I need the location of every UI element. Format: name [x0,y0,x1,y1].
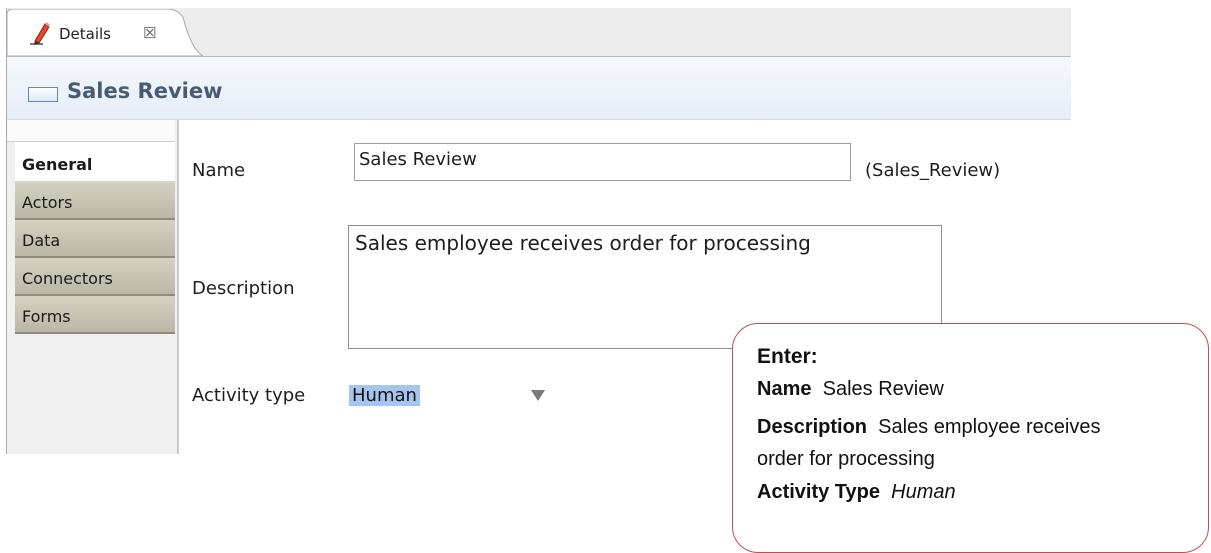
callout-name-line: Name Sales Review [757,378,944,401]
sidebar-top-strip [7,120,175,142]
callout-description-value: Sales employee receives [878,416,1101,438]
pencil-icon [30,22,50,45]
callout-activity-type-line: Activity Type Human [757,481,956,504]
activity-type-label: Activity type [192,385,306,406]
sidebar-item-data[interactable]: Data [15,220,175,258]
description-label: Description [192,278,295,299]
page-title: Sales Review [67,79,223,103]
callout-title: Enter: [757,345,818,368]
tab-label: Details [59,25,112,43]
sidebar: General Actors Data Connectors Forms [7,120,179,454]
activity-type-value: Human [349,385,420,406]
name-label: Name [192,160,246,181]
activity-type-select[interactable]: Human [343,382,553,412]
page-header: Sales Review [7,57,1071,120]
sidebar-item-connectors[interactable]: Connectors [15,258,175,296]
dropdown-arrow-icon [531,390,545,401]
sidebar-item-forms[interactable]: Forms [15,296,175,334]
element-icon [28,87,58,102]
sidebar-item-general[interactable]: General [15,142,175,182]
callout-description-key: Description [757,416,868,438]
close-icon[interactable]: ☒ [143,24,156,42]
callout-activity-type-value: Human [891,481,956,503]
sidebar-item-actors[interactable]: Actors [15,182,175,220]
instruction-callout: Enter: Name Sales Review Description Sal… [732,323,1209,553]
callout-activity-type-key: Activity Type [757,481,880,503]
name-input[interactable]: Sales Review [354,143,851,181]
tab-details[interactable]: Details ☒ [7,9,203,56]
tab-bar: Details ☒ [7,8,1071,57]
callout-name-key: Name [757,378,812,400]
name-id-text: (Sales_Review) [865,160,1001,181]
callout-description-line-2: order for processing [757,448,935,470]
callout-name-value: Sales Review [822,378,944,400]
callout-description-line: Description Sales employee receives [757,416,1101,439]
